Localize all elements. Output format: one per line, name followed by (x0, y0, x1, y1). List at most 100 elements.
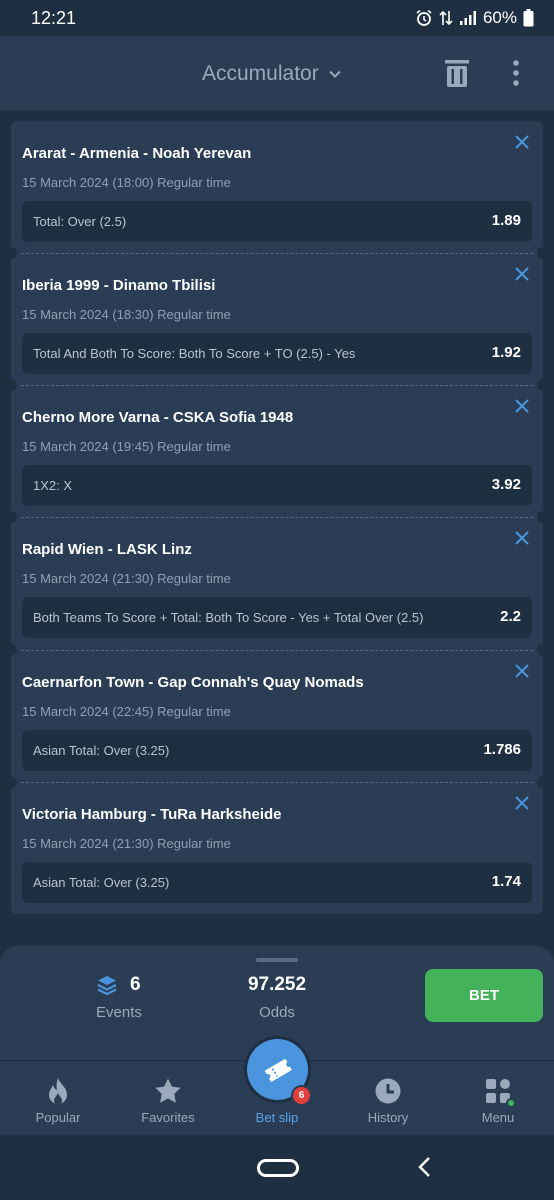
card-divider (21, 253, 533, 254)
divider-notch (5, 379, 17, 391)
alarm-icon (416, 9, 432, 26)
betslip-count-badge: 6 (291, 1085, 312, 1106)
layers-icon (97, 976, 117, 996)
status-bar: 12:21 60% (0, 0, 554, 36)
close-icon[interactable] (514, 134, 530, 150)
market-odds: 1.74 (491, 873, 521, 890)
nav-label: Bet slip (255, 1110, 299, 1125)
chevron-down-icon (329, 70, 341, 78)
close-icon[interactable] (514, 530, 530, 546)
drag-handle[interactable] (256, 958, 298, 962)
market-label: Both Teams To Score + Total: Both To Sco… (33, 610, 424, 625)
nav-favorites[interactable]: Favorites (113, 1061, 223, 1136)
market-odds: 1.786 (483, 741, 521, 758)
more-vertical-icon (513, 60, 519, 86)
card-divider (21, 385, 533, 386)
nav-label: Menu (481, 1110, 515, 1125)
market-label: Asian Total: Over (3.25) (33, 875, 170, 890)
events-summary: 6 Events (96, 974, 186, 1021)
nav-label: History (367, 1110, 409, 1125)
more-options-button[interactable] (512, 60, 520, 91)
nav-popular[interactable]: Popular (3, 1061, 113, 1136)
menu-notification-dot (506, 1098, 516, 1108)
match-datetime: 15 March 2024 (22:45) Regular time (22, 704, 231, 719)
market-label: Asian Total: Over (3.25) (33, 743, 170, 758)
fire-icon (49, 1078, 67, 1105)
nav-label: Favorites (141, 1110, 195, 1125)
data-transfer-icon (439, 10, 453, 26)
divider-notch (537, 776, 549, 788)
nav-menu[interactable]: Menu (443, 1061, 553, 1136)
divider-notch (5, 776, 17, 788)
market-label: Total: Over (2.5) (33, 214, 127, 229)
market-row[interactable]: Total And Both To Score: Both To Score +… (22, 333, 532, 374)
trash-icon (445, 60, 469, 87)
place-bet-button[interactable]: BET (425, 969, 543, 1022)
nav-label: Popular (35, 1110, 81, 1125)
battery-icon (523, 9, 534, 27)
clear-all-button[interactable] (444, 58, 470, 93)
market-row[interactable]: Total: Over (2.5) 1.89 (22, 201, 532, 242)
divider-notch (5, 511, 17, 523)
market-odds: 3.92 (491, 476, 521, 493)
market-row[interactable]: Asian Total: Over (3.25) 1.786 (22, 730, 532, 771)
divider-notch (537, 379, 549, 391)
total-odds-label: Odds (259, 1004, 295, 1021)
market-odds: 1.89 (491, 212, 521, 229)
bet-slip-list: Ararat - Armenia - Noah Yerevan 15 March… (5, 121, 549, 914)
bet-card: Rapid Wien - LASK Linz 15 March 2024 (21… (5, 511, 549, 649)
total-odds-summary: 97.252 Odds (236, 974, 318, 1021)
match-name: Rapid Wien - LASK Linz (22, 541, 192, 558)
match-name: Victoria Hamburg - TuRa Harksheide (22, 806, 282, 823)
divider-notch (5, 247, 17, 259)
divider-notch (537, 644, 549, 656)
card-divider (21, 650, 533, 651)
match-name: Cherno More Varna - CSKA Sofia 1948 (22, 409, 294, 426)
market-odds: 2.2 (500, 608, 521, 625)
status-time: 12:21 (31, 8, 77, 28)
close-icon[interactable] (514, 398, 530, 414)
market-row[interactable]: Asian Total: Over (3.25) 1.74 (22, 862, 532, 903)
close-icon[interactable] (514, 663, 530, 679)
market-row[interactable]: 1X2: X 3.92 (22, 465, 532, 506)
bet-type-dropdown[interactable]: Accumulator (202, 62, 341, 86)
clock-icon (375, 1078, 401, 1104)
match-datetime: 15 March 2024 (18:00) Regular time (22, 175, 231, 190)
close-icon[interactable] (514, 266, 530, 282)
market-row[interactable]: Both Teams To Score + Total: Both To Sco… (22, 597, 532, 638)
events-label: Events (96, 1004, 142, 1021)
battery-percent: 60% (482, 8, 517, 27)
match-name: Ararat - Armenia - Noah Yerevan (22, 145, 252, 162)
bet-card: Caernarfon Town - Gap Connah's Quay Noma… (5, 644, 549, 782)
match-name: Iberia 1999 - Dinamo Tbilisi (22, 277, 216, 294)
bet-card: Ararat - Armenia - Noah Yerevan 15 March… (11, 121, 543, 253)
app-header: Accumulator (0, 36, 554, 110)
market-label: 1X2: X (33, 478, 73, 493)
home-button[interactable] (257, 1159, 299, 1177)
match-datetime: 15 March 2024 (19:45) Regular time (22, 439, 231, 454)
market-odds: 1.92 (491, 344, 521, 361)
back-icon[interactable] (416, 1156, 432, 1178)
divider-notch (537, 511, 549, 523)
ticket-icon (264, 1058, 292, 1082)
events-count: 6 (130, 974, 141, 995)
card-divider (21, 782, 533, 783)
divider-notch (5, 644, 17, 656)
total-odds-value: 97.252 (247, 974, 307, 995)
divider-notch (537, 247, 549, 259)
page-title: Accumulator (202, 62, 319, 85)
match-datetime: 15 March 2024 (21:30) Regular time (22, 836, 231, 851)
match-datetime: 15 March 2024 (18:30) Regular time (22, 307, 231, 322)
nav-history[interactable]: History (333, 1061, 443, 1136)
status-icons: 60% (415, 8, 534, 28)
close-icon[interactable] (514, 795, 530, 811)
system-nav-bar (0, 1135, 554, 1200)
market-label: Total And Both To Score: Both To Score +… (33, 346, 356, 361)
star-icon (155, 1078, 181, 1103)
bet-card: Victoria Hamburg - TuRa Harksheide 15 Ma… (5, 776, 549, 914)
bet-card: Iberia 1999 - Dinamo Tbilisi 15 March 20… (5, 247, 549, 385)
match-name: Caernarfon Town - Gap Connah's Quay Noma… (22, 674, 364, 691)
match-datetime: 15 March 2024 (21:30) Regular time (22, 571, 231, 586)
signal-icon (459, 11, 476, 25)
bet-card: Cherno More Varna - CSKA Sofia 1948 15 M… (5, 379, 549, 517)
